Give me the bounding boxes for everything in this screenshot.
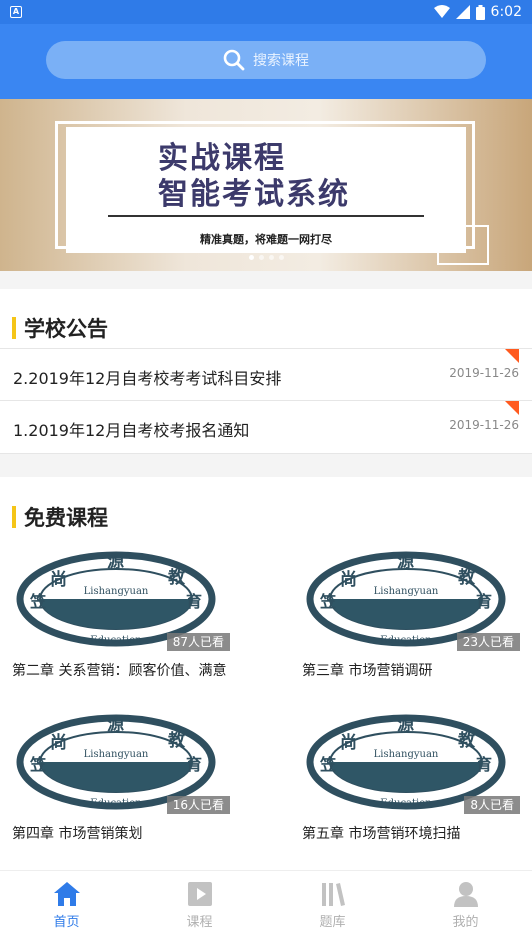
course-card[interactable]: 尚 源 教 育 笠 Lishangyuan Education 16人已看 第四… bbox=[12, 712, 230, 842]
banner-divider bbox=[108, 215, 424, 217]
course-card[interactable]: 尚 源 教 育 笠 Lishangyuan Education 87人已看 第二… bbox=[12, 549, 230, 679]
svg-text:尚: 尚 bbox=[340, 732, 357, 753]
search-placeholder: 搜索课程 bbox=[253, 53, 309, 69]
svg-text:Education: Education bbox=[380, 798, 432, 809]
notice-item[interactable]: 2.2019年12月自考校考考试科目安排 2019-11-26 bbox=[0, 348, 532, 400]
course-title: 第五章 市场营销环境扫描 bbox=[302, 826, 461, 842]
notice-title: 2.2019年12月自考校考考试科目安排 bbox=[13, 369, 282, 388]
svg-text:Lishangyuan: Lishangyuan bbox=[84, 749, 149, 760]
svg-text:Education: Education bbox=[380, 635, 432, 646]
status-icons: 6:02 bbox=[433, 4, 522, 20]
course-card[interactable]: 尚 源 教 育 笠 Lishangyuan Education 8人已看 第五章… bbox=[302, 712, 520, 842]
tab-question-bank[interactable]: 题库 bbox=[266, 871, 399, 946]
section-accent-bar bbox=[12, 506, 16, 528]
wifi-icon bbox=[433, 5, 450, 18]
svg-text:尚: 尚 bbox=[340, 569, 357, 590]
svg-text:教: 教 bbox=[457, 730, 476, 751]
tab-label: 我的 bbox=[452, 915, 479, 930]
header: 搜索课程 bbox=[0, 24, 532, 99]
banner-title-line2: 智能考试系统 bbox=[158, 177, 350, 212]
svg-text:Education: Education bbox=[90, 798, 142, 809]
svg-text:Lishangyuan: Lishangyuan bbox=[374, 749, 439, 760]
svg-text:笠: 笠 bbox=[29, 755, 46, 774]
pager-dot-active[interactable] bbox=[248, 255, 254, 260]
svg-text:尚: 尚 bbox=[50, 569, 67, 590]
view-count-badge: 23人已看 bbox=[456, 633, 520, 651]
svg-text:育: 育 bbox=[186, 592, 202, 611]
section-gap bbox=[0, 453, 532, 477]
svg-text:教: 教 bbox=[167, 567, 186, 588]
course-thumbnail: 尚 源 教 育 笠 Lishangyuan Education 23人已看 bbox=[302, 549, 520, 651]
svg-text:源: 源 bbox=[397, 714, 414, 735]
course-title: 第三章 市场营销调研 bbox=[302, 663, 433, 679]
pager-dot[interactable] bbox=[278, 255, 284, 260]
battery-icon bbox=[475, 4, 485, 20]
banner-card: 实战课程 智能考试系统 精准真题，将难题一网打尽 bbox=[66, 127, 466, 253]
svg-text:Lishangyuan: Lishangyuan bbox=[374, 586, 439, 597]
books-icon bbox=[321, 883, 345, 906]
view-count-badge: 8人已看 bbox=[464, 796, 520, 814]
user-icon bbox=[453, 882, 478, 907]
course-card[interactable]: 尚 源 教 育 笠 Lishangyuan Education 23人已看 第三… bbox=[302, 549, 520, 679]
svg-text:育: 育 bbox=[476, 592, 492, 611]
course-title: 第四章 市场营销策划 bbox=[12, 826, 143, 842]
search-bar[interactable]: 搜索课程 bbox=[46, 41, 486, 79]
svg-text:育: 育 bbox=[186, 755, 202, 774]
notices-heading: 学校公告 bbox=[24, 317, 108, 341]
banner-pager[interactable] bbox=[0, 255, 532, 260]
svg-text:源: 源 bbox=[107, 551, 124, 572]
view-count-badge: 87人已看 bbox=[166, 633, 230, 651]
tab-courses[interactable]: 课程 bbox=[133, 871, 266, 946]
course-thumbnail: 尚 源 教 育 笠 Lishangyuan Education 16人已看 bbox=[12, 712, 230, 814]
svg-text:源: 源 bbox=[397, 551, 414, 572]
pager-dot[interactable] bbox=[258, 255, 264, 260]
svg-text:笠: 笠 bbox=[319, 755, 336, 774]
notice-title: 1.2019年12月自考校考报名通知 bbox=[13, 421, 250, 440]
search-icon bbox=[223, 49, 245, 71]
new-flag-icon bbox=[505, 349, 519, 363]
status-bar: A 6:02 bbox=[0, 0, 532, 24]
status-time: 6:02 bbox=[490, 4, 522, 20]
course-thumbnail: 尚 源 教 育 笠 Lishangyuan Education 87人已看 bbox=[12, 549, 230, 651]
section-gap bbox=[0, 271, 532, 289]
tab-label: 题库 bbox=[319, 915, 346, 930]
svg-text:Education: Education bbox=[90, 635, 142, 646]
promo-banner[interactable]: 实战课程 智能考试系统 精准真题，将难题一网打尽 bbox=[0, 99, 532, 271]
notices-section-title: 学校公告 bbox=[12, 313, 108, 343]
tab-profile[interactable]: 我的 bbox=[399, 871, 532, 946]
courses-heading: 免费课程 bbox=[24, 506, 108, 530]
svg-text:尚: 尚 bbox=[50, 732, 67, 753]
notice-date: 2019-11-26 bbox=[449, 418, 519, 432]
app-screen: A 6:02 搜索课程 实战课程 智能考试系统 精准真题，将难题一网打尽 学校公… bbox=[0, 0, 532, 946]
new-flag-icon bbox=[505, 401, 519, 415]
bottom-tab-bar: 首页 课程 题库 我的 bbox=[0, 870, 532, 946]
svg-text:源: 源 bbox=[107, 714, 124, 735]
home-icon bbox=[53, 882, 80, 906]
svg-text:育: 育 bbox=[476, 755, 492, 774]
section-accent-bar bbox=[12, 317, 16, 339]
tab-label: 课程 bbox=[186, 915, 213, 930]
play-icon bbox=[187, 882, 212, 906]
svg-text:教: 教 bbox=[457, 567, 476, 588]
signal-icon bbox=[455, 5, 470, 19]
courses-section-title: 免费课程 bbox=[12, 502, 108, 532]
course-thumbnail: 尚 源 教 育 笠 Lishangyuan Education 8人已看 bbox=[302, 712, 520, 814]
pager-dot[interactable] bbox=[268, 255, 274, 260]
svg-text:笠: 笠 bbox=[29, 592, 46, 611]
notice-date: 2019-11-26 bbox=[449, 366, 519, 380]
view-count-badge: 16人已看 bbox=[166, 796, 230, 814]
tab-label: 首页 bbox=[53, 915, 80, 930]
tab-home[interactable]: 首页 bbox=[0, 871, 133, 946]
svg-text:教: 教 bbox=[167, 730, 186, 751]
app-notification-icon: A bbox=[10, 6, 22, 18]
svg-text:笠: 笠 bbox=[319, 592, 336, 611]
svg-text:Lishangyuan: Lishangyuan bbox=[84, 586, 149, 597]
banner-subtitle: 精准真题，将难题一网打尽 bbox=[200, 233, 332, 246]
course-title: 第二章 关系营销：顾客价值、满意 bbox=[12, 663, 227, 679]
notice-item[interactable]: 1.2019年12月自考校考报名通知 2019-11-26 bbox=[0, 400, 532, 452]
